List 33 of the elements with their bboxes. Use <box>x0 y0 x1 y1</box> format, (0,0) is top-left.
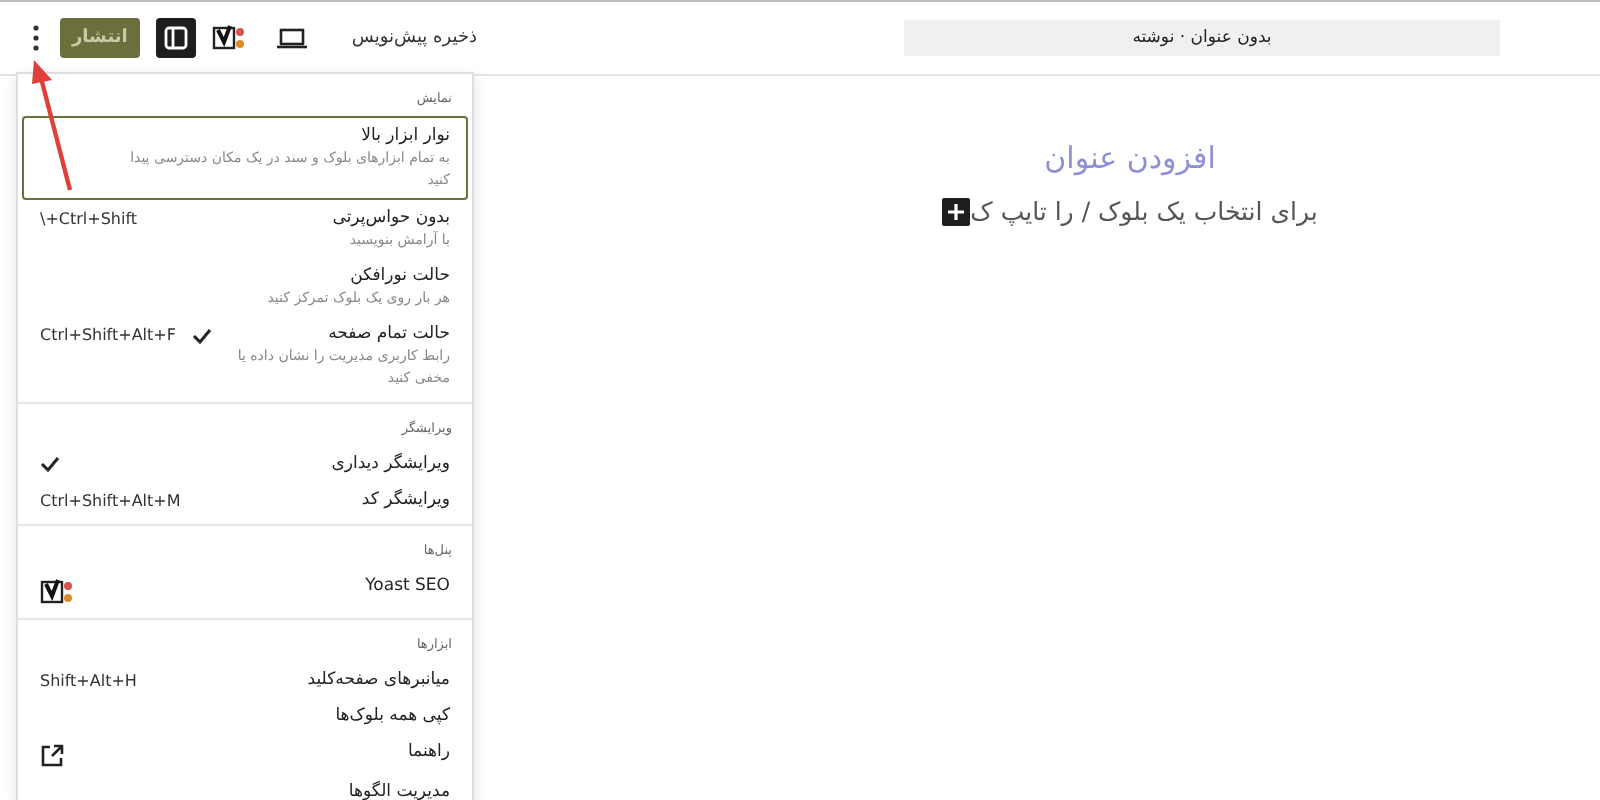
menu-item[interactable]: مدیریت الگوها <box>22 774 468 800</box>
item-title: ویرایشگر کد <box>361 488 450 512</box>
item-title: بدون حواس‌پرتی <box>332 206 450 230</box>
save-draft-button[interactable]: ذخیره پیش‌نویس <box>347 24 482 52</box>
yoast-icon <box>40 578 76 606</box>
item-title: مدیریت الگوها <box>348 780 450 800</box>
item-title: حالت تمام صفحه <box>326 322 450 346</box>
item-title: حالت نورافکن <box>348 264 450 288</box>
more-vertical-icon <box>32 24 40 52</box>
menu-item[interactable]: Yoast SEO <box>22 568 468 612</box>
item-title: کپی همه بلوک‌ها <box>335 704 450 728</box>
shortcut-text: \+Ctrl+Shift <box>40 210 138 228</box>
shortcut-text: Shift+Alt+H <box>40 672 137 690</box>
check-icon <box>40 456 60 472</box>
external-link-icon <box>40 744 64 768</box>
check-icon <box>191 327 212 343</box>
document-title-bar[interactable]: بدون عنوان · نوشته <box>904 20 1500 56</box>
item-title: نوار ابزار بالا <box>359 124 450 148</box>
shortcut-text: Ctrl+Shift+Alt+M <box>40 492 181 510</box>
sidebar-toggle-button[interactable] <box>155 18 196 58</box>
item-title: میانبرهای صفحه‌کلید <box>307 668 450 692</box>
item-title: Yoast SEO <box>365 574 450 598</box>
block-prompt-text: برای انتخاب یک بلوک / را تایپ ک <box>970 196 1318 226</box>
laptop-icon[interactable] <box>275 26 308 50</box>
menu-item[interactable]: کپی همه بلوک‌ها <box>22 698 468 734</box>
add-block-button[interactable] <box>942 197 971 225</box>
shortcut-text: Ctrl+Shift+Alt+F <box>40 326 176 344</box>
yoast-icon[interactable] <box>211 24 248 52</box>
menu-item[interactable]: ویرایشگر دیداری <box>22 446 468 482</box>
item-title: ویرایشگر دیداری <box>331 452 450 476</box>
plus-icon <box>948 203 965 219</box>
menu-item[interactable]: راهنما <box>22 734 468 774</box>
item-title: راهنما <box>407 740 450 764</box>
